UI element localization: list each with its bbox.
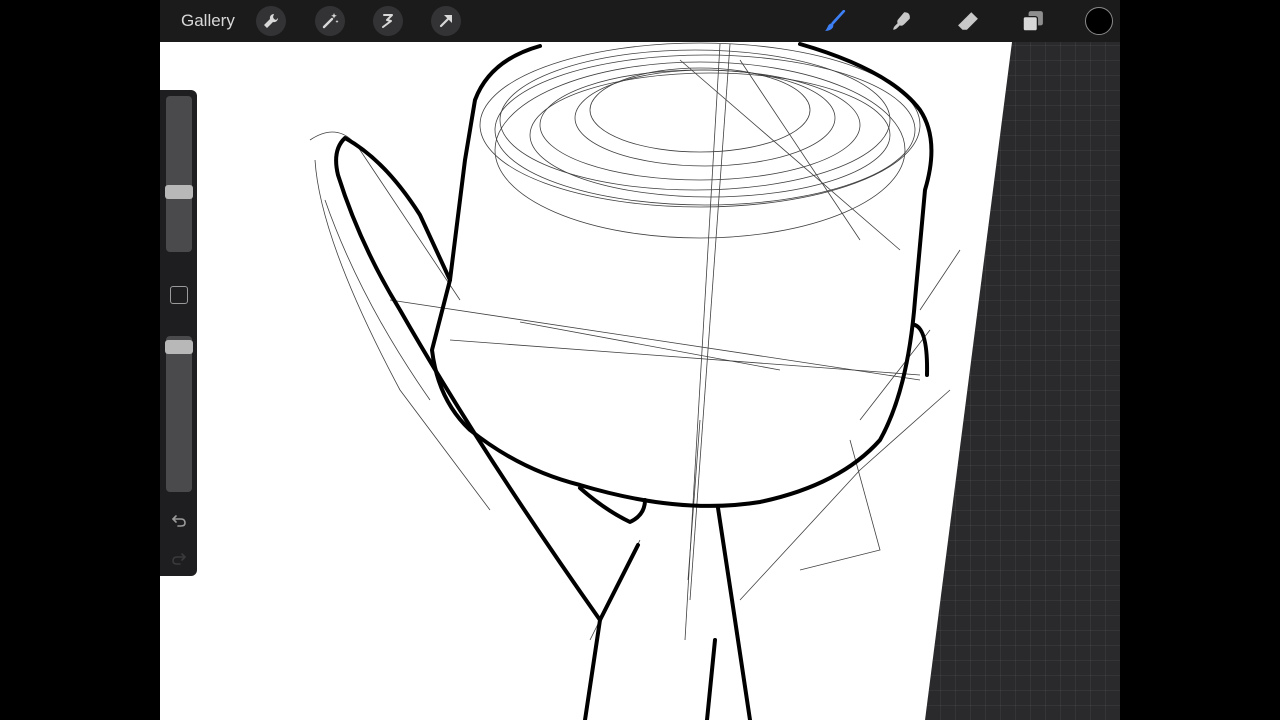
brush-icon[interactable] <box>820 6 850 36</box>
eraser-icon[interactable] <box>953 6 983 36</box>
modify-button[interactable] <box>170 286 188 304</box>
color-picker-button[interactable] <box>1085 7 1113 35</box>
layers-icon[interactable] <box>1018 6 1048 36</box>
procreate-app: Gallery <box>160 0 1120 720</box>
smudge-icon[interactable] <box>887 6 917 36</box>
wrench-icon[interactable] <box>256 6 286 36</box>
opacity-thumb[interactable] <box>165 340 193 354</box>
opacity-slider[interactable] <box>165 336 193 492</box>
canvas-paper <box>160 42 1012 720</box>
transform-arrow-icon[interactable] <box>431 6 461 36</box>
redo-arrow-icon[interactable] <box>169 548 189 568</box>
side-bar <box>160 90 197 576</box>
selection-icon[interactable] <box>373 6 403 36</box>
brush-size-thumb[interactable] <box>165 185 193 199</box>
magic-wand-icon[interactable] <box>315 6 345 36</box>
gallery-button[interactable]: Gallery <box>181 11 241 31</box>
undo-arrow-icon[interactable] <box>169 510 189 530</box>
top-toolbar: Gallery <box>160 0 1120 42</box>
drawing-canvas[interactable] <box>160 0 1120 720</box>
brush-size-slider[interactable] <box>165 96 193 252</box>
